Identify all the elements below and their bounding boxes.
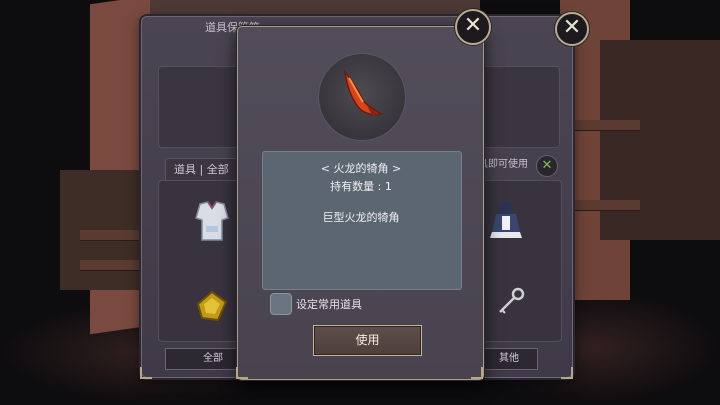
corner-ornament [471,367,483,379]
tab-items-all[interactable]: 道具 | 全部 [165,158,238,181]
fire-dragon-horn-icon [343,69,383,116]
usage-note: 具即可使用 [478,159,528,170]
close-x-icon: ✕ [562,15,582,40]
outfit-icon [195,201,229,241]
item-slot-key[interactable] [490,282,538,330]
item-slot-gem[interactable] [188,282,236,330]
use-button[interactable]: 使用 [313,325,422,356]
item-name: < 火龙的犄角 > [320,162,402,175]
close-x-icon: ✕ [463,13,483,38]
item-slot-outfit[interactable] [188,196,236,244]
item-quantity: 持有数量 : 1 [330,180,392,193]
item-icon-frame [318,53,406,141]
close-detail-button[interactable]: ✕ [455,9,491,45]
filter-other-button[interactable]: 其他 [480,348,538,370]
key-icon [499,287,525,314]
favorite-label: 设定常用道具 [296,298,362,311]
corner-ornament [236,367,248,379]
favorite-checkbox[interactable] [270,293,292,315]
corner-ornament [561,367,573,379]
item-description: 巨型火龙的犄角 [322,211,400,224]
maid-outfit-icon [490,201,522,238]
gem-icon [196,290,228,322]
check-icon[interactable]: ✕ [536,155,558,177]
close-inventory-button[interactable]: ✕ [555,12,589,46]
corner-ornament [140,367,152,379]
item-slot-maid-outfit[interactable] [482,196,530,244]
